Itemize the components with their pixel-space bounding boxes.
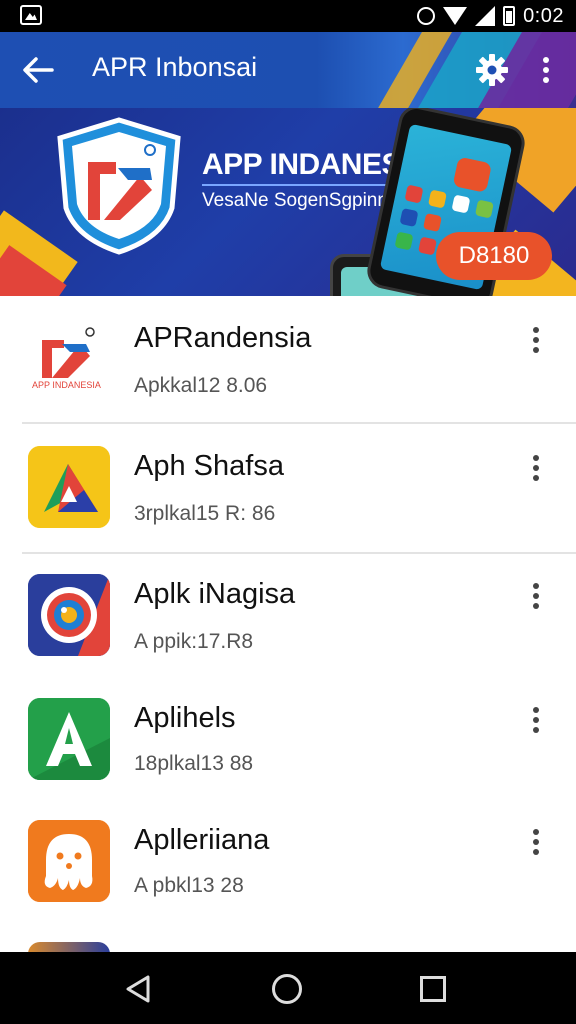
more-vert-icon	[543, 57, 549, 83]
more-vert-icon	[533, 707, 539, 713]
nav-home-button[interactable]	[272, 974, 302, 1004]
status-bar: 0:02	[0, 0, 576, 32]
app-subtitle: 18plkal13 88	[134, 752, 254, 775]
app-bar-title: APR Inbonsai	[92, 52, 258, 82]
list-item[interactable]: APP INDANESIA APRandensia Apkkal12 8.06	[0, 296, 576, 424]
app-title: Aplleriiana	[134, 824, 270, 856]
nav-back-button[interactable]	[124, 974, 154, 1004]
gear-icon	[476, 54, 508, 86]
list-item[interactable]: Aplk iNagisa A ppik:17.R8	[0, 556, 576, 684]
octopus-icon	[28, 820, 110, 902]
shield-logo-icon	[57, 117, 181, 255]
app-subtitle: Apkkal12 8.06	[134, 374, 268, 397]
app-bar: APR Inbonsai	[0, 32, 576, 108]
banner-badge[interactable]: D8180	[436, 232, 552, 280]
app-title: Aplk iNagisa	[134, 578, 296, 610]
triangle-logo-icon	[28, 446, 110, 528]
more-vert-icon	[533, 583, 539, 589]
app-title: Aplihels	[134, 702, 236, 734]
nav-recents-button[interactable]	[420, 976, 446, 1002]
app-subtitle: A ppik:17.R8	[134, 630, 254, 653]
more-vert-icon	[533, 327, 539, 333]
app-subtitle: A pbkl13 28	[134, 874, 244, 897]
letter-a-icon	[28, 698, 110, 780]
signal-icon	[475, 6, 496, 26]
list-item[interactable]: Aplihels 18plkal13 88	[0, 682, 576, 810]
back-button[interactable]	[18, 50, 58, 90]
list-item[interactable]: Aplleriiana A pbkl13 28	[0, 804, 576, 932]
nav-back-triangle-icon	[126, 975, 150, 1003]
list-item[interactable]: Aph Shafsa 3rplkal15 R: 86	[0, 426, 576, 554]
battery-icon	[503, 6, 516, 26]
banner-divider	[202, 184, 410, 186]
alarm-icon	[417, 7, 436, 25]
camera-lens-icon	[28, 574, 110, 656]
status-time: 0:02	[523, 4, 564, 27]
system-nav-bar	[0, 952, 576, 1024]
screenshot-icon	[20, 5, 42, 25]
app-title: Aph Shafsa	[134, 450, 284, 482]
arrow-left-icon	[23, 57, 54, 83]
overflow-menu-button[interactable]	[534, 52, 558, 88]
apr-logo-caption: APP INDANESIA	[32, 380, 101, 390]
row-more-button[interactable]	[524, 322, 548, 358]
banner-subtitle: VesaNe SogenSgpinn	[202, 190, 388, 211]
app-subtitle: 3rplkal15 R: 86	[134, 502, 276, 525]
row-more-button[interactable]	[524, 702, 548, 738]
row-more-button[interactable]	[524, 450, 548, 486]
list-item-partial[interactable]	[0, 928, 576, 952]
wifi-icon	[443, 7, 468, 25]
promo-banner[interactable]: APP INDANESIA VesaNe SogenSgpinn D8180	[0, 108, 576, 296]
settings-button[interactable]	[474, 52, 510, 88]
row-more-button[interactable]	[524, 824, 548, 860]
more-vert-icon	[533, 829, 539, 835]
app-title: APRandensia	[134, 322, 312, 354]
more-vert-icon	[533, 455, 539, 461]
app-icon-partial	[28, 942, 110, 952]
apr-logo-icon: APP INDANESIA	[28, 318, 110, 400]
row-more-button[interactable]	[524, 578, 548, 614]
